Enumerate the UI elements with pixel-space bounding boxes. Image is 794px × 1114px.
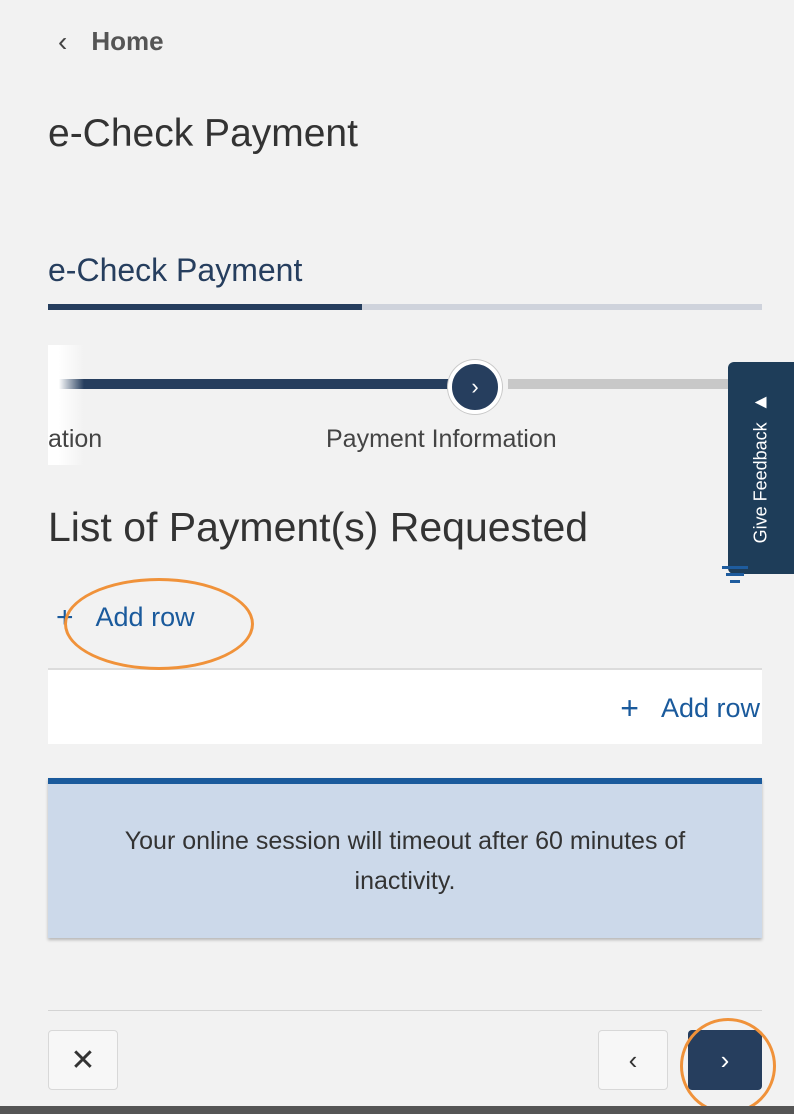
back-to-home-link[interactable]: ‹ Home [58,26,164,57]
step-line-completed [48,379,458,389]
filter-icon[interactable] [722,566,748,588]
section-progress-track [48,304,762,310]
chevron-right-icon: › [471,374,479,399]
table-add-row-button[interactable]: + Add row [620,692,760,724]
chevron-left-icon: ‹ [628,1044,638,1075]
step-line-remaining [508,379,728,389]
give-feedback-button[interactable]: Give Feedback ▲ [728,362,794,574]
add-row-button[interactable]: + Add row [56,602,195,633]
current-step-label: Payment Information [326,425,557,453]
previous-step-label: ation [48,425,103,453]
megaphone-icon: ▲ [749,392,772,413]
session-timeout-notice: Your online session will timeout after 6… [48,778,762,938]
close-icon: ✕ [70,1043,96,1077]
close-button[interactable]: ✕ [48,1030,118,1090]
chevron-right-icon: › [720,1044,730,1075]
chevron-left-icon: ‹ [58,25,68,57]
session-timeout-text: Your online session will timeout after 6… [124,827,686,895]
table-add-row-label: Add row [660,692,760,723]
current-step-node[interactable]: › [448,360,502,414]
back-link-label: Home [91,26,164,56]
page-title: e-Check Payment [48,112,358,155]
footer-divider [48,1010,762,1011]
payments-table: + Add row [48,668,762,744]
section-progress-fill [48,304,363,310]
list-heading: List of Payment(s) Requested [48,504,589,550]
step-indicator: › ation Payment Information [48,345,728,465]
feedback-label: Give Feedback [750,422,771,544]
bottom-bar [0,1106,794,1114]
next-button[interactable]: › [688,1030,762,1090]
previous-button[interactable]: ‹ [598,1030,668,1090]
add-row-label: Add row [95,602,195,632]
plus-icon: + [56,600,74,634]
section-tab-label: e-Check Payment [48,252,303,288]
plus-icon: + [620,690,639,726]
